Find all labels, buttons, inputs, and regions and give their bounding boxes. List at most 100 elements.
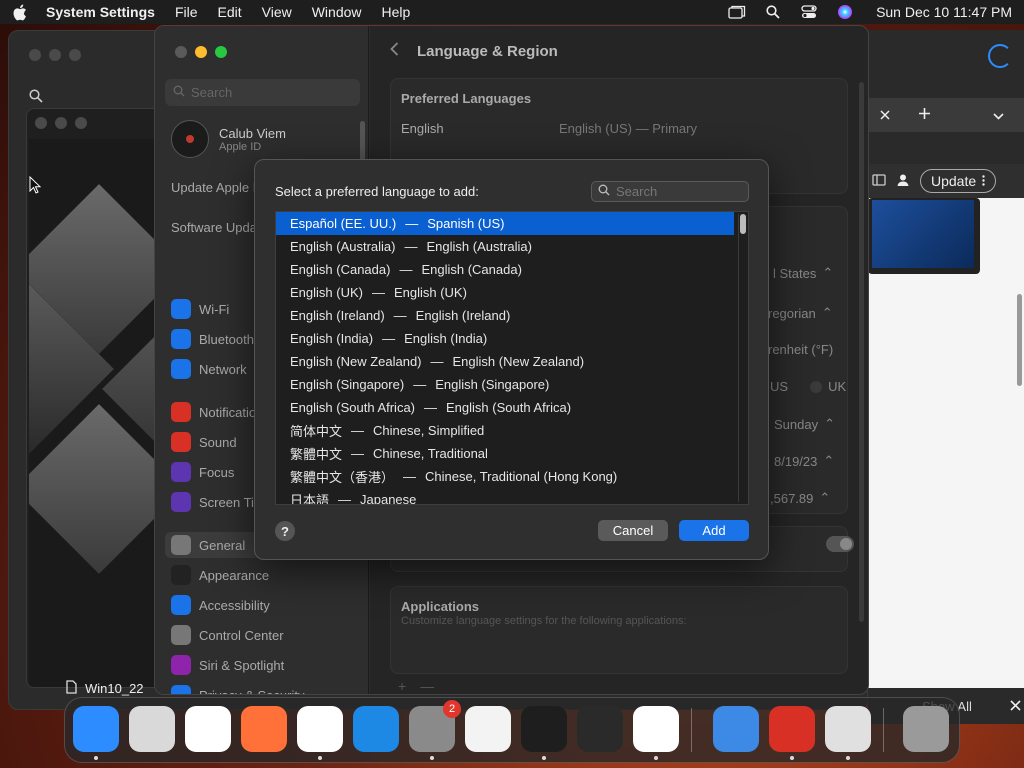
browser-scrollbar[interactable]	[1017, 294, 1022, 386]
close-icon[interactable]	[1010, 699, 1021, 714]
sidebar-item-privacy-security[interactable]: Privacy & Security	[171, 682, 361, 694]
language-row[interactable]: 繁體中文 — Chinese, Traditional	[276, 442, 748, 465]
language-row[interactable]: English (India) — English (India)	[276, 327, 748, 350]
profile-icon[interactable]	[896, 173, 910, 190]
measurement-us[interactable]: US	[770, 379, 788, 394]
language-native-name: Español (EE. UU.)	[290, 216, 397, 231]
language-row[interactable]: English (South Africa) — English (South Af…	[276, 396, 748, 419]
window-icon[interactable]	[728, 5, 746, 19]
language-row[interactable]: English (New Zealand) — English (New Zeala…	[276, 350, 748, 373]
running-indicator	[654, 756, 658, 760]
menu-edit[interactable]: Edit	[218, 4, 242, 20]
sidebar-item-appearance[interactable]: Appearance	[171, 562, 361, 588]
language-separator: —	[351, 423, 365, 438]
measurement-uk[interactable]: UK	[828, 379, 846, 394]
dock-weather-icon[interactable]	[713, 706, 759, 752]
menubar-clock[interactable]: Sun Dec 10 11:47 PM	[876, 4, 1012, 20]
siri-icon[interactable]	[836, 5, 854, 19]
language-row[interactable]: English (Singapore) — English (Singapore)	[276, 373, 748, 396]
language-row[interactable]: 繁體中文（香港） — Chinese, Traditional (Hong Kong…	[276, 465, 748, 488]
sidebar-item-label: Focus	[199, 464, 235, 480]
dock-vscode-icon[interactable]	[633, 706, 679, 752]
sidebar-item-label: Siri & Spotlight	[199, 657, 285, 673]
back-chevron-icon[interactable]	[390, 42, 399, 60]
dock-disk-utility-icon[interactable]	[825, 706, 871, 752]
apple-id-account[interactable]: Calub Viem Apple ID	[171, 120, 286, 158]
date-format-select[interactable]: 8/19/23 ⌃	[774, 453, 834, 469]
background-browser-window[interactable]: Update Show All	[868, 30, 1024, 724]
control-center-icon[interactable]	[800, 5, 818, 19]
language-row[interactable]: English (Australia) — English (Australia)	[276, 235, 748, 258]
vm-file-label[interactable]: Win10_22	[66, 680, 144, 697]
dock-compass-icon[interactable]	[769, 706, 815, 752]
language-english-name: Chinese, Simplified	[373, 423, 485, 438]
minimize-window-button[interactable]	[195, 46, 207, 58]
cancel-button[interactable]: Cancel	[598, 520, 668, 541]
sidebar-item-accessibility[interactable]: Accessibility	[171, 592, 361, 618]
preferred-language-name[interactable]: English	[401, 121, 444, 136]
region-select[interactable]: l States ⌃	[773, 265, 833, 281]
measurement-system[interactable]: US UK	[770, 379, 846, 394]
language-separator: —	[424, 400, 438, 415]
new-tab-icon[interactable]	[918, 107, 931, 123]
sidebar-search-input[interactable]: Search	[165, 79, 360, 106]
language-list[interactable]: Español (EE. UU.) — Spanish (US) English (A…	[275, 211, 749, 505]
language-row[interactable]: 简体中文 — Chinese, Simplified	[276, 419, 748, 442]
menu-file[interactable]: File	[175, 4, 198, 20]
radio-uk[interactable]	[810, 380, 823, 393]
language-row[interactable]: English (Canada) — English (Canada)	[276, 258, 748, 281]
menu-window[interactable]: Window	[312, 4, 362, 20]
dock-finder-icon[interactable]	[73, 706, 119, 752]
spotlight-search-icon[interactable]	[764, 5, 782, 19]
update-button[interactable]: Update	[920, 169, 997, 193]
help-button[interactable]: ?	[275, 521, 295, 541]
first-day-select[interactable]: Sunday ⌃	[774, 416, 835, 432]
language-row[interactable]: English (UK) — English (UK)	[276, 281, 748, 304]
dock-textedit-icon[interactable]	[465, 706, 511, 752]
language-separator: —	[371, 285, 385, 300]
language-row[interactable]: English (Ireland) — English (Ireland)	[276, 304, 748, 327]
dock-safari-icon[interactable]	[185, 706, 231, 752]
dock-terminal-icon[interactable]	[521, 706, 567, 752]
dock-firefox-icon[interactable]	[241, 706, 287, 752]
running-indicator	[430, 756, 434, 760]
sidebar-item-siri-spotlight[interactable]: Siri & Spotlight	[171, 652, 361, 678]
dock-trash-icon[interactable]	[903, 706, 949, 752]
dock-garageband-icon[interactable]	[577, 706, 623, 752]
remove-app-button[interactable]: —	[420, 678, 434, 694]
zoom-window-button[interactable]	[215, 46, 227, 58]
region-value: l States	[773, 265, 817, 281]
browser-page-content[interactable]	[868, 198, 1024, 688]
sidebar-scrollbar[interactable]	[360, 121, 365, 161]
preferred-languages-title: Preferred Languages	[401, 91, 532, 106]
menu-help[interactable]: Help	[382, 4, 411, 20]
dock-separator	[883, 708, 884, 752]
language-search-input[interactable]: Search	[591, 181, 749, 202]
dock: 2	[64, 697, 960, 763]
scrollbar-thumb[interactable]	[740, 214, 746, 234]
language-row[interactable]: 日本語 — Japanese	[276, 488, 748, 504]
dock-launchpad-icon[interactable]	[129, 706, 175, 752]
dock-app-store-icon[interactable]	[353, 706, 399, 752]
close-window-button[interactable]	[175, 46, 187, 58]
dock-chrome-icon[interactable]	[297, 706, 343, 752]
language-row[interactable]: Español (EE. UU.) — Spanish (US)	[276, 212, 734, 235]
dock-system-settings-icon[interactable]: 2	[409, 700, 461, 752]
vm-screen[interactable]	[29, 139, 173, 687]
menu-view[interactable]: View	[262, 4, 292, 20]
live-text-toggle[interactable]	[826, 536, 854, 552]
number-format-select[interactable]: ,567.89 ⌃	[770, 490, 830, 506]
detail-scrollbar[interactable]	[859, 82, 864, 622]
sidebar-item-control-center[interactable]: Control Center	[171, 622, 361, 648]
add-app-button[interactable]: +	[398, 678, 406, 694]
add-button[interactable]: Add	[679, 520, 749, 541]
apple-icon[interactable]	[12, 4, 28, 21]
temperature-select[interactable]: renheit (°F)	[768, 342, 833, 357]
search-icon[interactable]	[29, 89, 43, 106]
sidebar-toggle-icon[interactable]	[872, 173, 886, 189]
app-name[interactable]: System Settings	[46, 4, 155, 20]
close-tab-icon[interactable]	[880, 108, 890, 123]
calendar-select[interactable]: regorian ⌃	[768, 305, 833, 321]
language-list-scrollbar[interactable]	[738, 214, 746, 502]
chevron-down-icon[interactable]	[993, 108, 1004, 123]
